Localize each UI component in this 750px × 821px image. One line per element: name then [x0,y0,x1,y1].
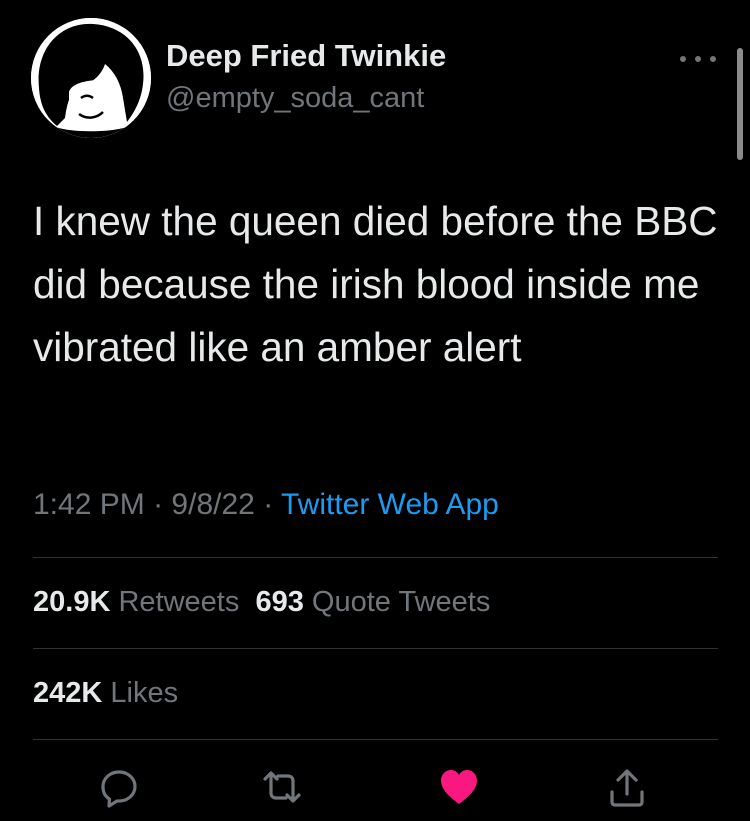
retweets-label: Retweets [118,586,240,618]
retweet-button[interactable] [260,765,304,809]
more-dot [710,56,716,62]
meta-separator: · [263,488,274,521]
avatar-image [31,18,151,138]
retweet-icon [263,771,301,803]
share-icon [610,769,644,807]
tweet-date[interactable]: 9/8/22 [171,488,254,521]
more-dot [695,56,701,62]
author-handle[interactable]: @empty_soda_cant [166,82,424,115]
likes-count: 242K [33,677,103,709]
likes-stat[interactable]: 242K Likes [33,677,178,709]
reply-icon [101,770,137,808]
divider [33,739,718,740]
tweet-text: I knew the queen died before the BBC did… [33,198,718,370]
quote-tweets-stat[interactable]: 693 Quote Tweets [255,586,490,618]
likes-stats-row: 242K Likes [33,677,178,710]
scrollbar[interactable] [737,48,743,160]
more-dot [680,56,686,62]
quotes-count: 693 [255,586,304,618]
divider [33,557,718,558]
retweets-stat[interactable]: 20.9K Retweets [33,586,239,618]
tweet-time[interactable]: 1:42 PM [33,488,145,521]
reply-button[interactable] [97,765,141,809]
meta-separator: · [153,488,164,521]
likes-label: Likes [110,677,179,709]
author-display-name[interactable]: Deep Fried Twinkie [166,38,446,74]
tweet-metadata: 1:42 PM · 9/8/22 · Twitter Web App [33,488,499,522]
more-options-icon[interactable] [680,50,716,68]
like-button[interactable] [437,765,481,809]
retweet-stats-row: 20.9K Retweets 693 Quote Tweets [33,586,490,619]
share-button[interactable] [605,765,649,809]
tweet-source[interactable]: Twitter Web App [281,488,499,521]
retweets-count: 20.9K [33,586,111,618]
quotes-label: Quote Tweets [311,586,491,618]
heart-icon [441,770,477,804]
divider [33,648,718,649]
avatar[interactable] [31,18,151,138]
